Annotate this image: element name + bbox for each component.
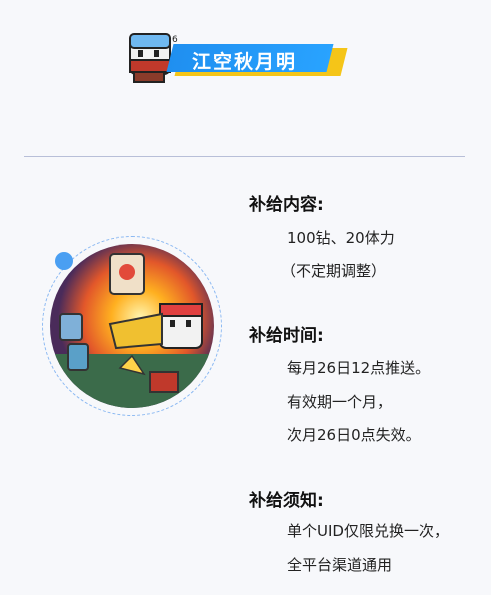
section-title-time: 补给时间: [249, 326, 324, 346]
section-title-notice: 补给须知: [249, 491, 324, 511]
game-art-image [50, 244, 214, 408]
content-line: 100钻、20体力 [287, 229, 395, 247]
title-ribbon: 江空秋月明 [166, 44, 348, 78]
notice-line: 单个UID仅限兑换一次， [287, 522, 449, 540]
divider [24, 156, 465, 157]
time-line: 有效期一个月， [287, 393, 393, 411]
time-line: 每月26日12点推送。 [287, 359, 431, 377]
notice-line: 全平台渠道通用 [287, 556, 393, 574]
decor-dot [55, 252, 73, 270]
content-line: （不定期调整） [281, 262, 387, 280]
header-badge: 6 江空秋月明 [126, 20, 348, 84]
time-line: 次月26日0点失效。 [287, 426, 421, 444]
section-title-content: 补给内容: [249, 195, 324, 215]
page-title: 江空秋月明 [192, 51, 298, 73]
